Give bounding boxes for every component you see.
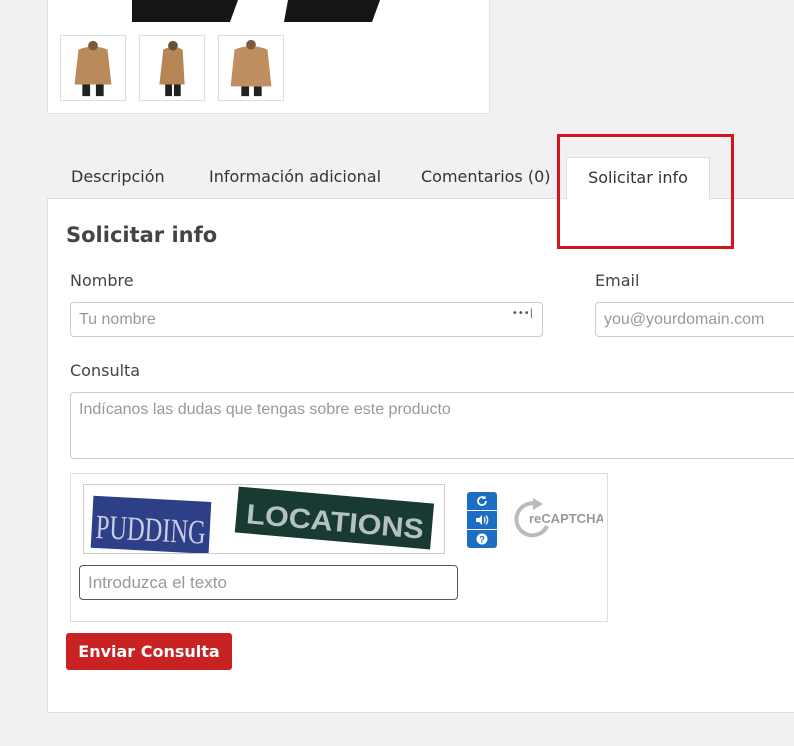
tab-solicitar-info[interactable]: Solicitar info [566, 157, 710, 200]
name-field-wrapper: •••| [70, 302, 543, 337]
audio-icon[interactable] [467, 511, 497, 529]
svg-text:?: ? [479, 535, 485, 545]
name-input[interactable] [70, 302, 543, 337]
product-thumbnail[interactable] [139, 35, 205, 101]
recaptcha-logo: reCAPTCHA™ [513, 496, 618, 540]
captcha-word-1: PUDDING [95, 509, 207, 552]
recaptcha-logo-text: reCAPTCHA™ [529, 511, 603, 526]
query-textarea[interactable] [70, 392, 794, 459]
query-label: Consulta [70, 361, 141, 380]
captcha-image: PUDDING LOCATIONS [83, 484, 445, 554]
tab-descripcion[interactable]: Descripción [71, 157, 165, 199]
email-input[interactable] [595, 302, 794, 337]
tab-informacion-adicional[interactable]: Información adicional [209, 157, 381, 199]
main-product-image[interactable] [132, 0, 380, 22]
password-manager-icon[interactable]: •••| [512, 302, 533, 326]
email-label: Email [595, 271, 640, 290]
captcha-text-input[interactable] [79, 565, 458, 600]
help-icon[interactable]: ? [467, 530, 497, 548]
product-thumbnail[interactable] [218, 35, 284, 101]
product-gallery [47, 0, 490, 114]
submit-query-button[interactable]: Enviar Consulta [66, 633, 232, 670]
product-thumbnail[interactable] [60, 35, 126, 101]
request-info-panel: Solicitar info Nombre •••| Email Consult… [47, 198, 794, 713]
tab-comentarios[interactable]: Comentarios (0) [421, 157, 551, 199]
panel-title: Solicitar info [66, 223, 218, 247]
captcha-box: PUDDING LOCATIONS ? reCAPTCHA Introduzca… [70, 473, 618, 622]
refresh-icon[interactable] [467, 492, 497, 510]
captcha-controls: ? [467, 492, 497, 549]
name-label: Nombre [70, 271, 134, 290]
